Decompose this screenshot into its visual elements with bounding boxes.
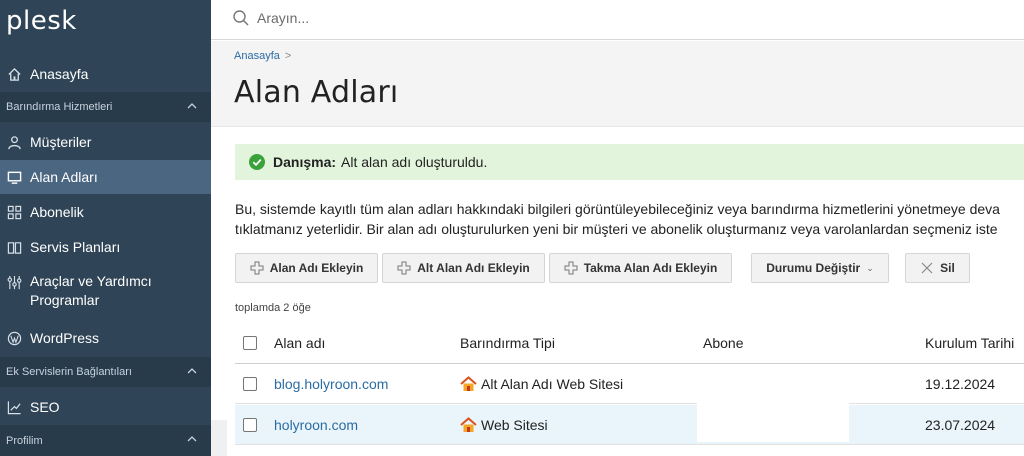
button-label: Sil (940, 261, 955, 275)
breadcrumb-separator: > (284, 50, 292, 62)
user-icon (6, 134, 22, 150)
section-label: Ek Servislerin Bağlantıları (6, 366, 132, 378)
sidebar-item-label: Araçlar ve Yardımcı Programlar (30, 273, 152, 308)
hosting-type-cell: Alt Alan Adı Web Sitesi (460, 364, 623, 404)
plesk-logo[interactable]: plesk (6, 6, 77, 36)
setup-date-cell: 19.12.2024 (925, 376, 996, 392)
chevron-down-icon: ⌄ (866, 262, 874, 273)
house-icon (460, 376, 477, 391)
info-message: Danışma: Alt alan adı oluşturuldu. (235, 144, 1024, 180)
page-title: Alan Adları (234, 75, 399, 110)
check-circle-icon (249, 154, 265, 170)
row-checkbox[interactable] (243, 377, 257, 391)
hosting-type-cell: Web Sitesi (460, 405, 548, 445)
chart-icon (6, 399, 22, 415)
table-row: holyroon.com Web Sitesi 23.07.2024 (235, 405, 1024, 445)
sidebar-item-domains[interactable]: Alan Adları (0, 160, 211, 194)
sidebar-gutter (211, 420, 227, 456)
breadcrumb-home-link[interactable]: Anasayfa (234, 50, 280, 62)
sidebar-item-service-plans[interactable]: Servis Planları (0, 230, 211, 264)
section-hosting-services[interactable]: Barındırma Hizmetleri (0, 92, 211, 122)
table-row: blog.holyroon.com Alt Alan Adı Web Sites… (235, 364, 1024, 404)
change-status-button[interactable]: Durumu Değiştir ⌄ (751, 253, 889, 283)
column-header-setup-date[interactable]: Kurulum Tarihi (925, 323, 1014, 363)
redacted-area (697, 374, 849, 442)
sidebar-item-customers[interactable]: Müşteriler (0, 125, 211, 159)
section-label: Profilim (6, 434, 43, 447)
sidebar-item-seo[interactable]: SEO (0, 390, 211, 424)
column-header-domain[interactable]: Alan adı (274, 323, 325, 363)
delete-button[interactable]: Sil (905, 253, 970, 283)
monitor-icon (6, 169, 22, 185)
book-icon (6, 239, 22, 255)
chevron-up-icon (187, 103, 197, 109)
plus-icon (397, 261, 411, 275)
grid-icon (6, 204, 22, 220)
house-icon (460, 417, 477, 432)
plus-icon (250, 261, 264, 275)
button-label: Durumu Değiştir (766, 261, 861, 275)
button-label: Takma Alan Adı Ekleyin (583, 261, 718, 275)
domain-link[interactable]: holyroon.com (274, 405, 358, 445)
page-header: Anasayfa > Alan Adları (211, 41, 1024, 127)
sidebar-item-home[interactable]: Anasayfa (0, 57, 211, 91)
message-label: Danışma: (273, 154, 337, 170)
sidebar-item-subscriptions[interactable]: Abonelik (0, 195, 211, 229)
select-all-checkbox[interactable] (243, 336, 257, 350)
sidebar-item-label: SEO (30, 399, 60, 415)
sidebar-item-label: Abonelik (30, 204, 84, 220)
button-label: Alan Adı Ekleyin (269, 261, 364, 275)
row-checkbox[interactable] (243, 418, 257, 432)
section-label: Barındırma Hizmetleri (6, 101, 113, 113)
section-my-profile[interactable]: Profilim (0, 425, 211, 456)
page-description: Bu, sistemde kayıtlı tüm alan adları hak… (235, 199, 1024, 239)
sidebar-item-label: Anasayfa (30, 66, 89, 82)
item-count: toplamda 2 öğe (235, 302, 311, 314)
column-header-subscriber[interactable]: Abone (703, 323, 743, 363)
sidebar-item-wordpress[interactable]: WordPress (0, 321, 211, 355)
breadcrumb: Anasayfa > (234, 50, 291, 62)
hosting-type-label: Alt Alan Adı Web Sitesi (481, 376, 624, 392)
column-header-hosting-type[interactable]: Barındırma Tipi (460, 323, 555, 363)
sidebar: plesk Anasayfa Barındırma Hizmetleri Müş… (0, 0, 211, 456)
search-input[interactable] (257, 6, 757, 30)
plus-icon (564, 261, 578, 275)
description-line: Bu, sistemde kayıtlı tüm alan adları hak… (235, 201, 1000, 217)
button-label: Alt Alan Adı Ekleyin (417, 261, 530, 275)
tools-icon (6, 274, 22, 290)
hosting-type-label: Web Sitesi (481, 417, 548, 433)
home-icon (6, 66, 22, 82)
add-subdomain-button[interactable]: Alt Alan Adı Ekleyin (382, 253, 545, 283)
description-line: tıklatmanız yeterlidir. Bir alan adı olu… (235, 221, 998, 237)
message-text: Alt alan adı oluşturuldu. (341, 154, 488, 170)
chevron-up-icon (187, 368, 197, 374)
sidebar-item-label: Alan Adları (30, 169, 98, 185)
sidebar-item-label: Servis Planları (30, 239, 121, 255)
sidebar-item-label: WordPress (30, 330, 99, 346)
add-alias-button[interactable]: Takma Alan Adı Ekleyin (549, 253, 732, 283)
chevron-up-icon (187, 436, 197, 442)
sidebar-item-tools[interactable]: Araçlar ve Yardımcı Programlar (0, 266, 211, 314)
sidebar-item-label: Müşteriler (30, 134, 92, 150)
section-extension-links[interactable]: Ek Servislerin Bağlantıları (0, 357, 211, 387)
topbar (211, 0, 1024, 40)
search-icon[interactable] (232, 9, 250, 27)
wordpress-icon (6, 330, 22, 346)
setup-date-cell: 23.07.2024 (925, 417, 996, 433)
domain-link[interactable]: blog.holyroon.com (274, 364, 388, 404)
add-domain-button[interactable]: Alan Adı Ekleyin (235, 253, 378, 283)
close-icon (921, 262, 933, 274)
